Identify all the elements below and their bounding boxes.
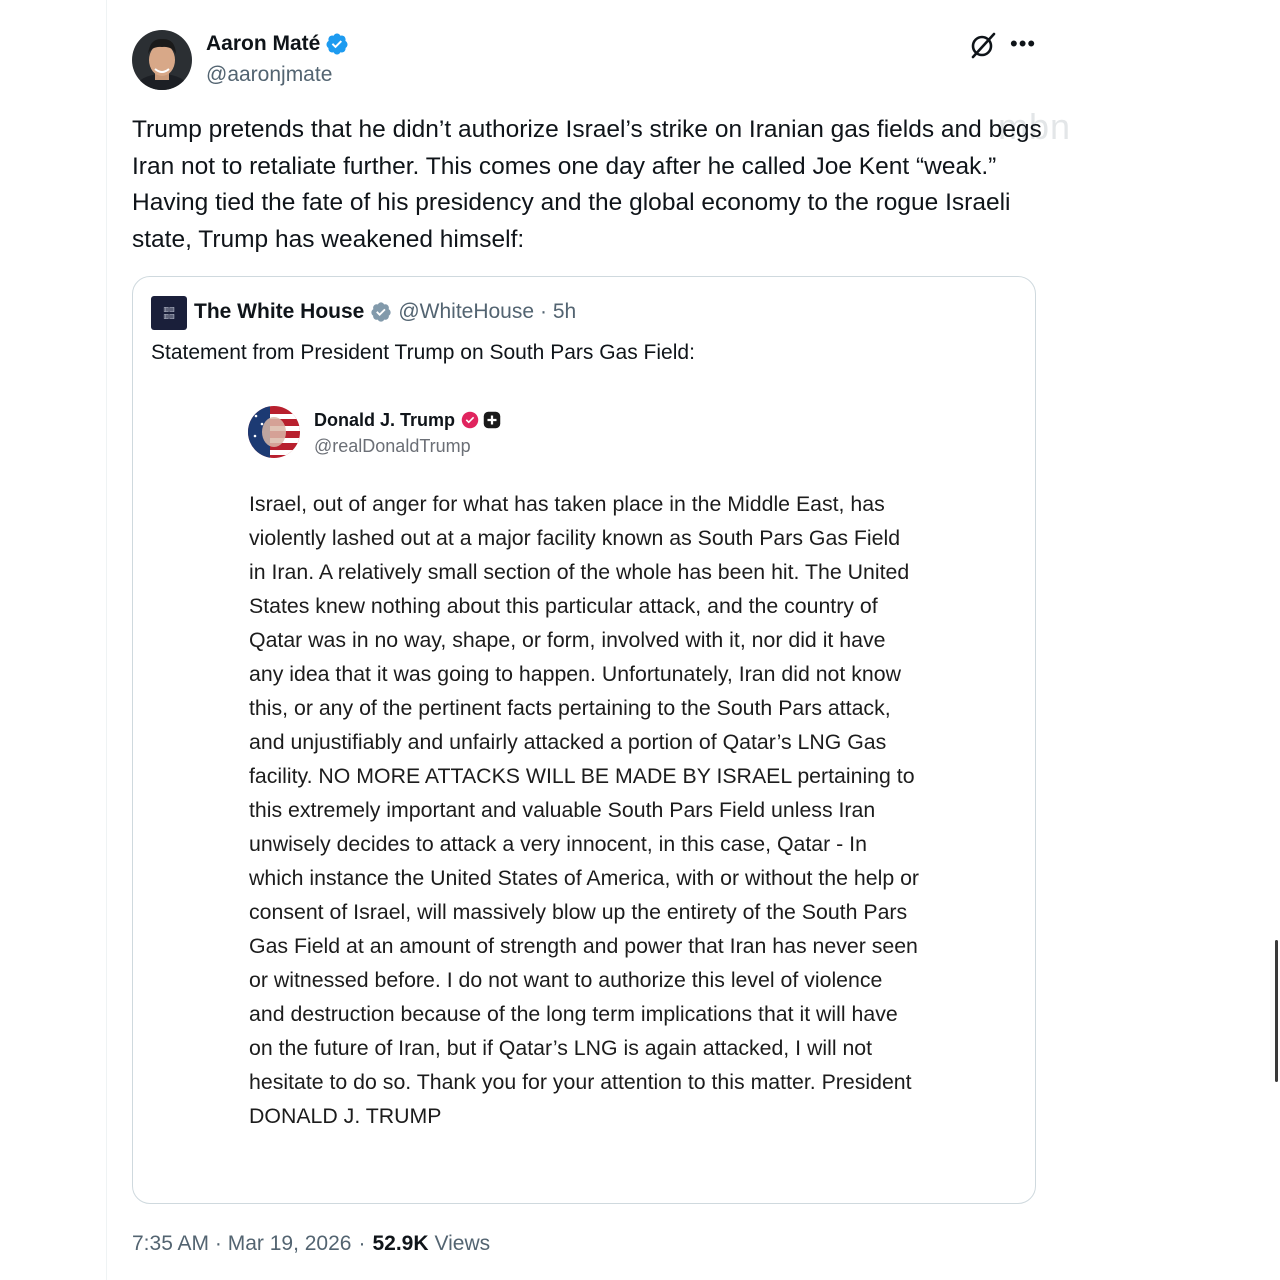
quoted-author-handle[interactable]: @WhiteHouse (398, 300, 534, 324)
quoted-time[interactable]: · 5h (540, 300, 576, 324)
gray-verified-badge-icon (371, 302, 391, 322)
tweet-footer: 7:35 AM · Mar 19, 2026 · 52.9K Views (132, 1229, 490, 1259)
views-label: Views (434, 1232, 491, 1255)
whitehouse-avatar[interactable]: ▥▥ ▥▥ (151, 296, 187, 330)
tweet-timestamp[interactable]: 7:35 AM · Mar 19, 2026 (132, 1232, 351, 1256)
whitehouse-logo-mark: ▥▥ ▥▥ (163, 306, 175, 320)
embedded-author-handle: @realDonaldTrump (314, 436, 471, 456)
plus-badge-icon (483, 411, 501, 429)
quoted-author-name[interactable]: The White House (194, 300, 364, 324)
author-name-row[interactable]: Aaron Maté (206, 31, 349, 57)
column-divider (106, 0, 107, 1280)
views-count[interactable]: 52.9K (372, 1232, 428, 1256)
pink-verified-badge-icon (461, 411, 479, 429)
grok-icon[interactable] (969, 31, 997, 59)
quoted-tweet-text: Statement from President Trump on South … (151, 341, 695, 364)
embedded-author-row: Donald J. Trump (314, 408, 501, 432)
scrollbar[interactable] (1275, 940, 1278, 1082)
embedded-author-avatar (248, 406, 300, 458)
author-avatar[interactable] (132, 30, 192, 90)
more-icon[interactable]: ••• (1010, 30, 1036, 58)
quoted-author-row[interactable]: The White House @WhiteHouse · 5h (194, 298, 576, 326)
author-name[interactable]: Aaron Maté (206, 31, 320, 57)
tweet-text: Trump pretends that he didn’t authorize … (132, 116, 1042, 253)
footer-separator: · (358, 1232, 366, 1255)
embedded-author-name: Donald J. Trump (314, 409, 456, 430)
verified-badge-icon (326, 33, 348, 55)
embedded-post-text: Israel, out of anger for what has taken … (249, 492, 920, 1128)
author-handle[interactable]: @aaronjmate (206, 62, 332, 88)
